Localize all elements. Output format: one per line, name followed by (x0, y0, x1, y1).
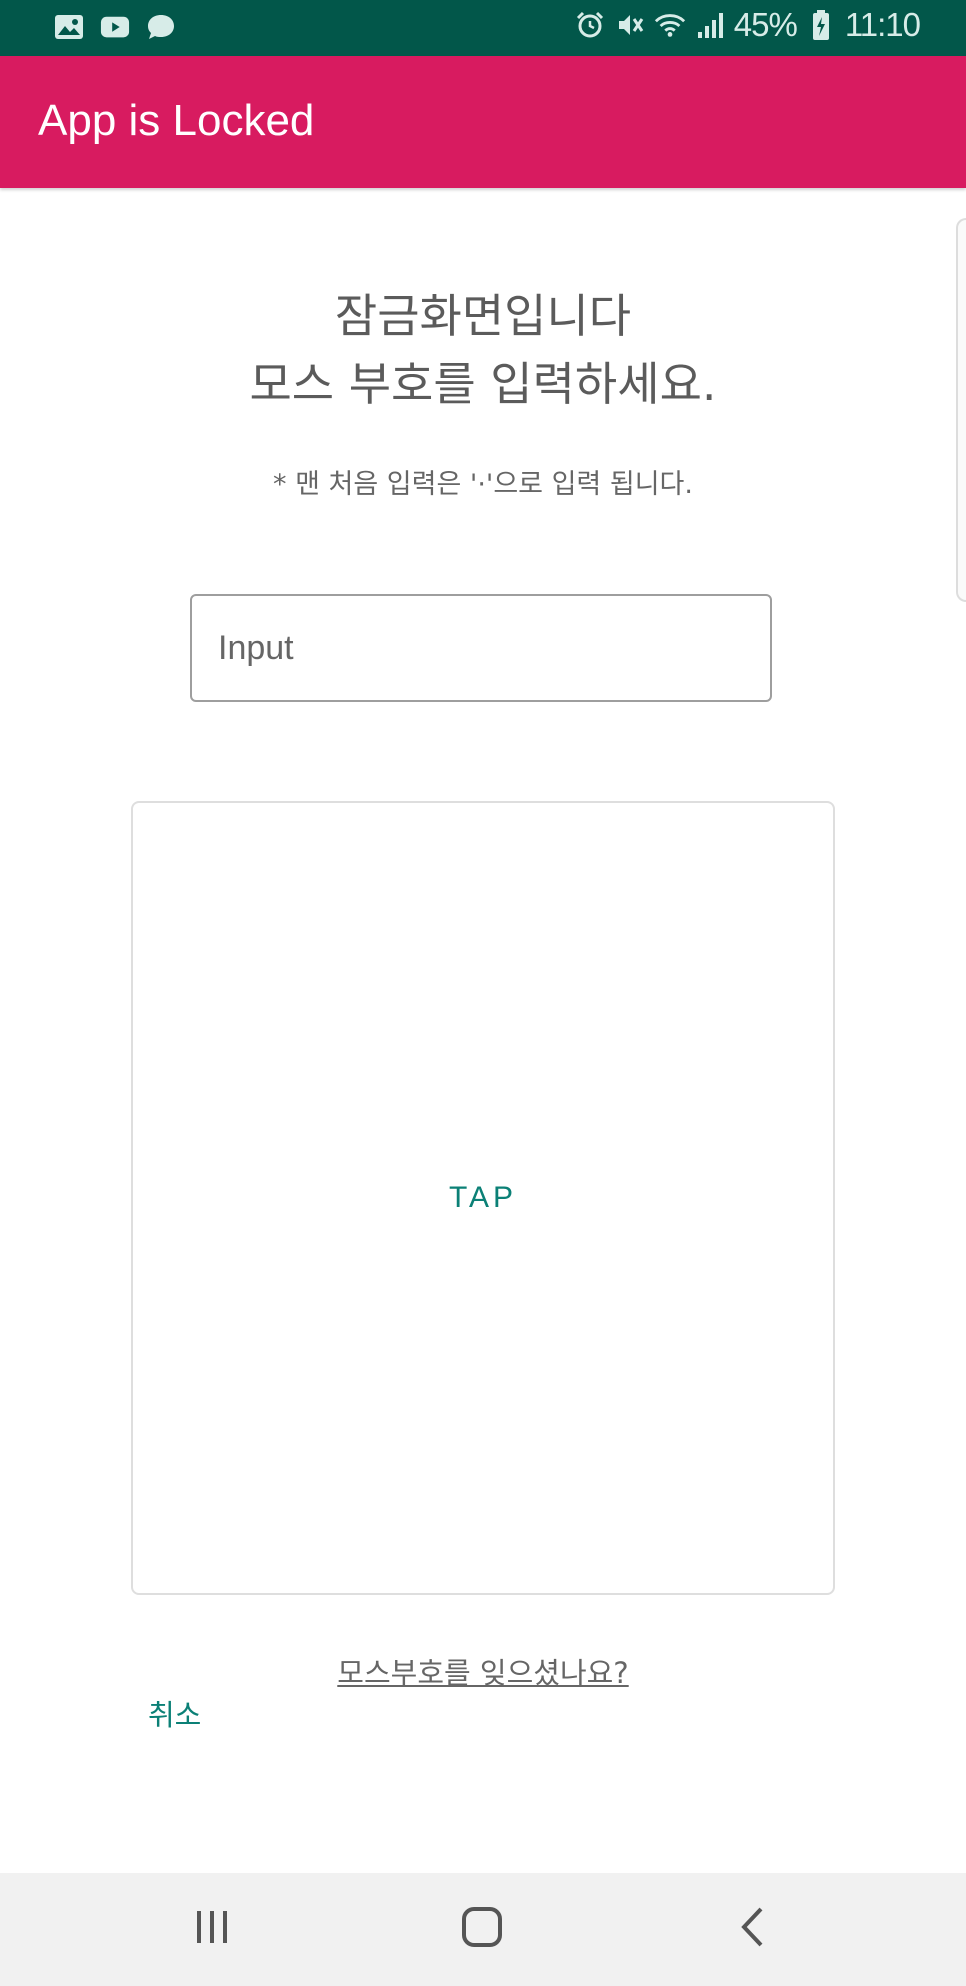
alarm-icon (574, 9, 606, 41)
app-bar: App is Locked (0, 56, 966, 188)
lock-heading: 잠금화면입니다 모스 부호를 입력하세요. (0, 282, 966, 418)
wifi-icon (654, 9, 686, 41)
home-button[interactable] (452, 1899, 512, 1959)
signal-icon (694, 9, 726, 41)
recents-button[interactable] (182, 1899, 242, 1959)
recents-icon (192, 1909, 232, 1949)
app-title: App is Locked (38, 96, 315, 145)
tap-label: TAP (448, 1181, 518, 1214)
tap-pad[interactable]: TAP (131, 801, 835, 1595)
morse-input[interactable] (218, 620, 738, 676)
gallery-icon (54, 12, 84, 42)
youtube-icon (100, 12, 130, 42)
battery-percent: 45% (733, 6, 798, 43)
status-bar: 45% 11:10 (0, 0, 966, 56)
input-hint: * 맨 처음 입력은 '·'으로 입력 됩니다. (273, 469, 693, 500)
navigation-bar (0, 1873, 966, 1986)
notification-icons (54, 12, 176, 42)
heading-line-1: 잠금화면입니다 (334, 289, 632, 343)
lock-screen: 45% 11:10 App is Locked 잠금화면입니다 모스 부호를 입… (0, 0, 966, 1986)
mute-icon (614, 9, 646, 41)
heading-line-2: 모스 부호를 입력하세요. (249, 357, 717, 411)
back-button[interactable] (722, 1899, 782, 1959)
back-icon (737, 1906, 767, 1952)
battery-charging-icon (805, 9, 837, 41)
chat-icon (146, 12, 176, 42)
morse-input-box[interactable] (190, 594, 772, 702)
forgot-morse-link[interactable]: 모스부호를 잊으셨나요? (0, 1650, 966, 1692)
home-icon (461, 1906, 503, 1952)
clock: 11:10 (844, 6, 921, 43)
cancel-button[interactable]: 취소 (148, 1692, 201, 1734)
system-status: 45% 11:10 (574, 6, 921, 44)
